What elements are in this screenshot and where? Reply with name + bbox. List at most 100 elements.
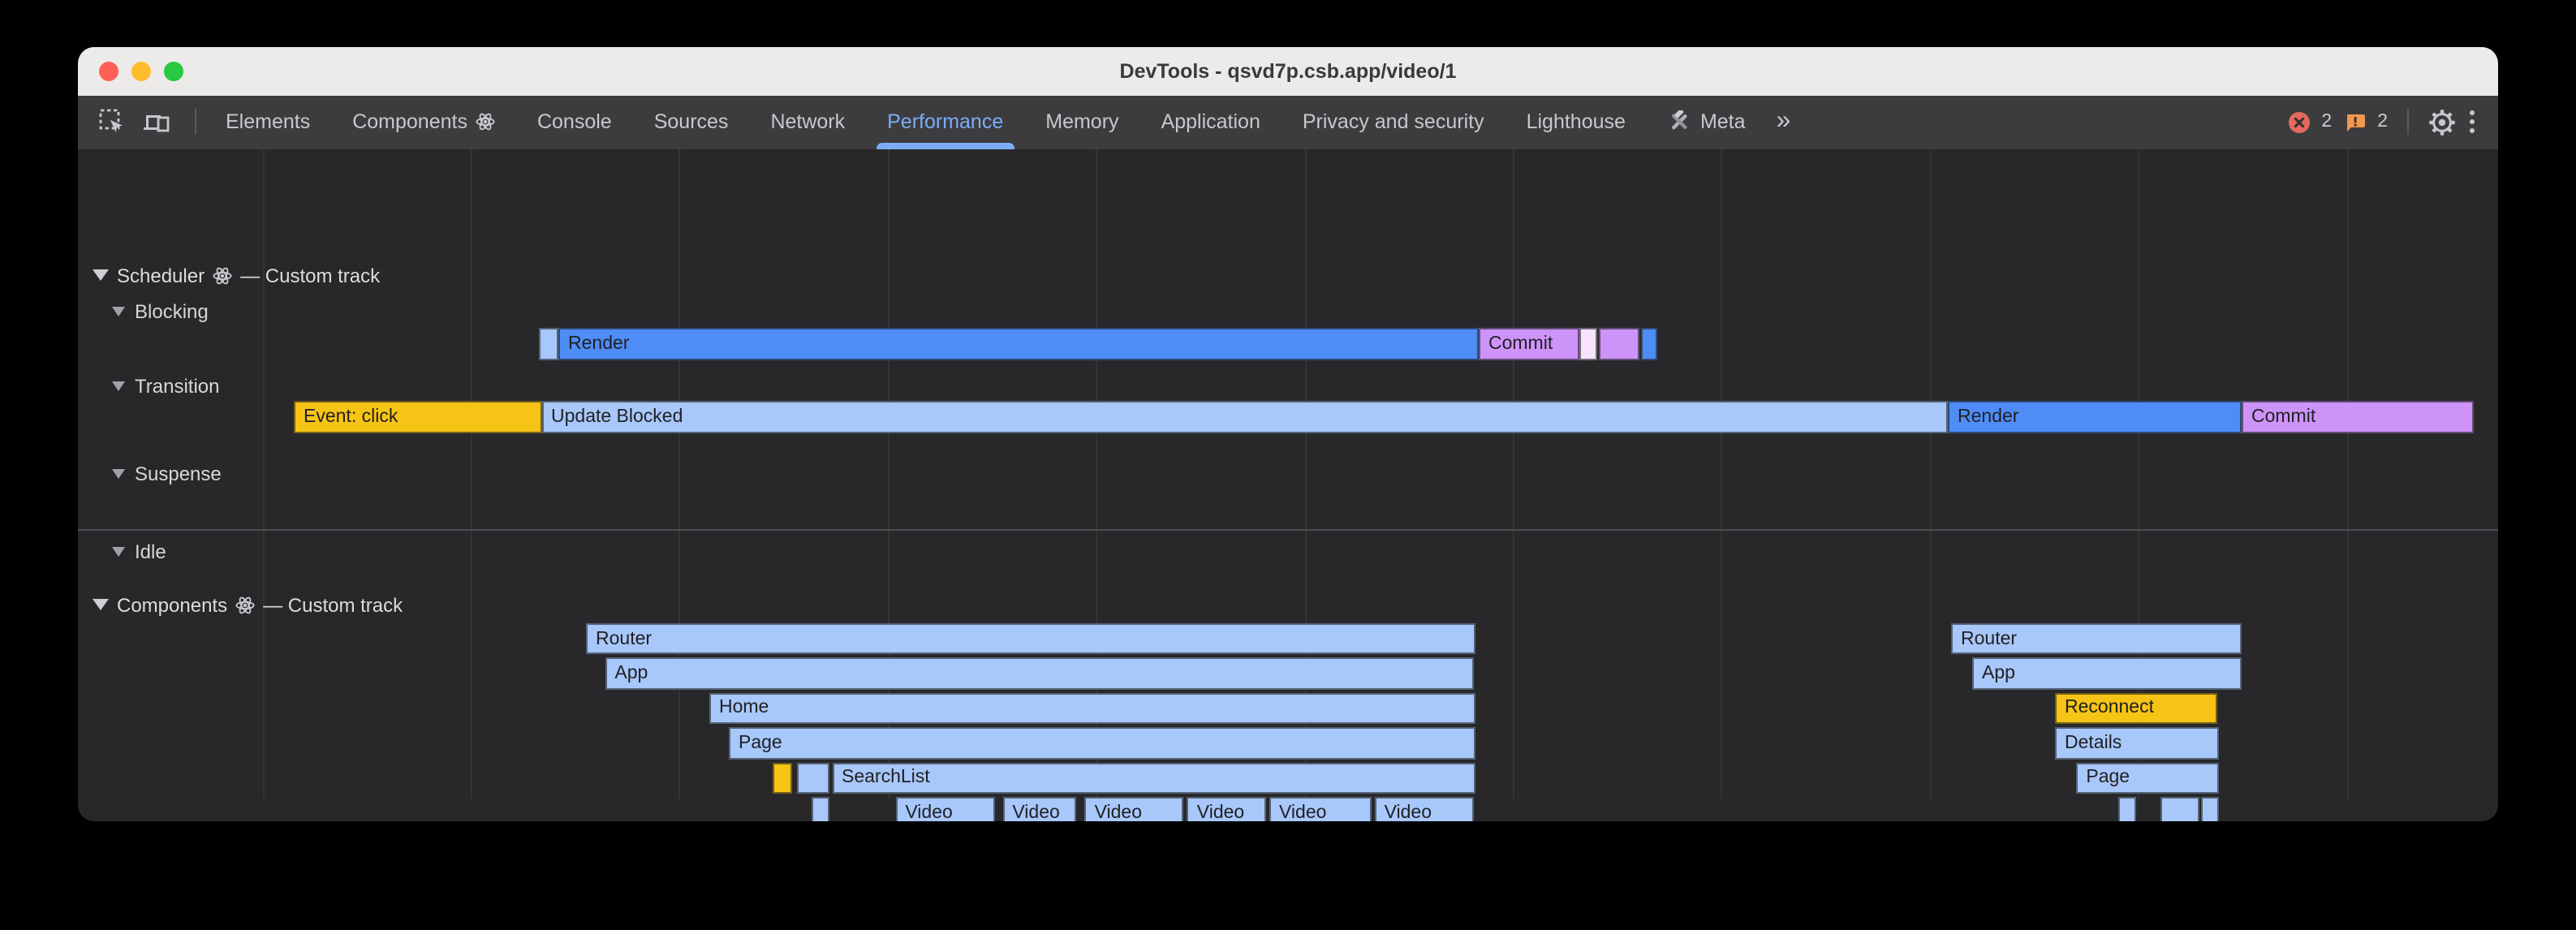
tab-performance[interactable]: Performance bbox=[866, 95, 1024, 149]
component-bar-video[interactable]: Video bbox=[1375, 797, 1475, 820]
tab-application[interactable]: Application bbox=[1140, 95, 1282, 149]
lane-label: Suspense bbox=[135, 462, 222, 484]
tab-console[interactable]: Console bbox=[516, 95, 633, 149]
components-track-header[interactable]: Components — Custom track bbox=[93, 592, 403, 617]
panel-tabs: Elements ComponentsConsole Sources Network P… bbox=[205, 95, 1767, 149]
component-bar[interactable] bbox=[2160, 797, 2199, 820]
tab-label: Application bbox=[1161, 110, 1260, 133]
scheduler-bar[interactable] bbox=[1579, 327, 1596, 360]
collapse-triangle-icon bbox=[93, 599, 109, 610]
toolbar-left-icons bbox=[78, 107, 205, 136]
component-bar[interactable] bbox=[2117, 797, 2135, 820]
gridline bbox=[262, 149, 264, 799]
component-bar[interactable] bbox=[2200, 797, 2219, 820]
scheduler-bar-commit[interactable]: Commit bbox=[1479, 327, 1579, 360]
component-bar-video[interactable]: Video bbox=[1269, 797, 1372, 820]
component-bar-video[interactable]: Video bbox=[895, 797, 995, 820]
bar-label: Video bbox=[1376, 803, 1440, 820]
bar-label: Video bbox=[1004, 803, 1067, 820]
collapse-triangle-icon bbox=[112, 546, 125, 556]
component-bar-router[interactable]: Router bbox=[1951, 623, 2242, 655]
scheduler-bar[interactable] bbox=[1640, 327, 1657, 360]
component-bar-video[interactable]: Video bbox=[1187, 797, 1266, 820]
scheduler-bar-render[interactable]: Render bbox=[558, 327, 1479, 360]
gridline bbox=[679, 149, 681, 799]
component-bar-app[interactable]: App bbox=[605, 658, 1475, 690]
bar-label: Video bbox=[897, 803, 960, 820]
device-toolbar-icon[interactable] bbox=[141, 107, 172, 136]
tab-components[interactable]: Components bbox=[331, 95, 516, 149]
settings-gear-icon[interactable] bbox=[2428, 108, 2456, 136]
component-bar[interactable] bbox=[797, 762, 829, 794]
scheduler-track-header[interactable]: Scheduler — Custom track bbox=[93, 263, 380, 287]
scheduler-bar[interactable] bbox=[539, 327, 558, 360]
bar-label: Home bbox=[711, 699, 777, 718]
warning-count-icon[interactable] bbox=[2343, 110, 2366, 133]
tab-lighthouse[interactable]: Lighthouse bbox=[1506, 95, 1647, 149]
tab-label: Performance bbox=[887, 110, 1003, 133]
component-bar-home[interactable]: Home bbox=[709, 692, 1475, 724]
tab-elements[interactable]: Elements bbox=[205, 95, 331, 149]
lane-label: Idle bbox=[135, 540, 166, 562]
kebab-menu-icon[interactable] bbox=[2467, 109, 2477, 135]
component-bar-video[interactable]: Video bbox=[1085, 797, 1184, 820]
track-title: Components bbox=[117, 593, 227, 616]
lane-transition[interactable]: Transition bbox=[112, 373, 220, 398]
tab-memory[interactable]: Memory bbox=[1024, 95, 1139, 149]
component-bar[interactable] bbox=[773, 762, 793, 794]
tab-label: Elements bbox=[226, 110, 310, 133]
bar-label: Page bbox=[730, 734, 790, 753]
bar-label: Update Blocked bbox=[543, 407, 691, 426]
track-divider bbox=[78, 528, 2498, 530]
lane-label: Blocking bbox=[135, 299, 209, 322]
scheduler-bar[interactable] bbox=[1598, 327, 1639, 360]
bar-label: SearchList bbox=[834, 769, 938, 788]
component-bar[interactable] bbox=[812, 797, 830, 820]
tab-meta[interactable]: Meta bbox=[1647, 95, 1767, 149]
component-bar-video[interactable]: Video bbox=[1002, 797, 1077, 820]
atom-icon bbox=[213, 265, 232, 285]
gridline bbox=[2346, 149, 2348, 799]
gridline bbox=[471, 149, 472, 799]
error-count-icon[interactable] bbox=[2289, 111, 2310, 132]
atom-icon bbox=[476, 112, 495, 131]
tab-sources[interactable]: Sources bbox=[633, 95, 750, 149]
scheduler-bar-render[interactable]: Render bbox=[1948, 400, 2242, 433]
component-bar-app[interactable]: App bbox=[1972, 658, 2242, 690]
toolbar-divider bbox=[195, 109, 196, 135]
lane-idle[interactable]: Idle bbox=[112, 539, 166, 563]
lane-blocking[interactable]: Blocking bbox=[112, 299, 209, 323]
component-bar-router[interactable]: Router bbox=[586, 623, 1475, 655]
bar-label: Router bbox=[1953, 629, 2025, 648]
tab-label: Network bbox=[770, 110, 845, 133]
tab-label: Privacy and security bbox=[1303, 110, 1484, 133]
collapse-triangle-icon bbox=[112, 468, 125, 478]
devtools-toolbar: Elements ComponentsConsole Sources Network P… bbox=[78, 95, 2498, 149]
bar-label: Video bbox=[1189, 803, 1252, 820]
more-tabs-button[interactable]: » bbox=[1767, 109, 1801, 135]
tab-label: Meta bbox=[1700, 110, 1746, 133]
component-bar-page[interactable]: Page bbox=[729, 727, 1475, 759]
desktop: DevTools - qsvd7p.csb.app/video/1 bbox=[0, 0, 2576, 930]
component-bar-details[interactable]: Details bbox=[2055, 727, 2218, 759]
scheduler-bar-commit[interactable]: Commit bbox=[2242, 400, 2474, 433]
tab-network[interactable]: Network bbox=[749, 95, 866, 149]
component-bar-searchlist[interactable]: SearchList bbox=[832, 762, 1475, 794]
tab-privacy-and-security[interactable]: Privacy and security bbox=[1282, 95, 1506, 149]
lane-suspense[interactable]: Suspense bbox=[112, 461, 222, 485]
track-title: Scheduler bbox=[117, 264, 205, 286]
collapse-triangle-icon bbox=[112, 306, 125, 316]
bar-label: Render bbox=[560, 334, 637, 353]
track-subtitle: — Custom track bbox=[240, 264, 380, 286]
bar-label: App bbox=[606, 664, 656, 683]
scheduler-bar-event-click[interactable]: Event: click bbox=[294, 400, 541, 433]
component-bar-reconnect[interactable]: Reconnect bbox=[2055, 692, 2218, 724]
warning-count: 2 bbox=[2377, 112, 2388, 131]
tab-label: Sources bbox=[654, 110, 729, 133]
gridline bbox=[1929, 149, 1931, 799]
component-bar-page[interactable]: Page bbox=[2076, 762, 2218, 794]
window-title: DevTools - qsvd7p.csb.app/video/1 bbox=[78, 47, 2498, 95]
devtools-window: DevTools - qsvd7p.csb.app/video/1 bbox=[78, 47, 2498, 820]
inspect-element-icon[interactable] bbox=[97, 107, 127, 136]
scheduler-bar-update-blocked[interactable]: Update Blocked bbox=[541, 400, 1948, 433]
